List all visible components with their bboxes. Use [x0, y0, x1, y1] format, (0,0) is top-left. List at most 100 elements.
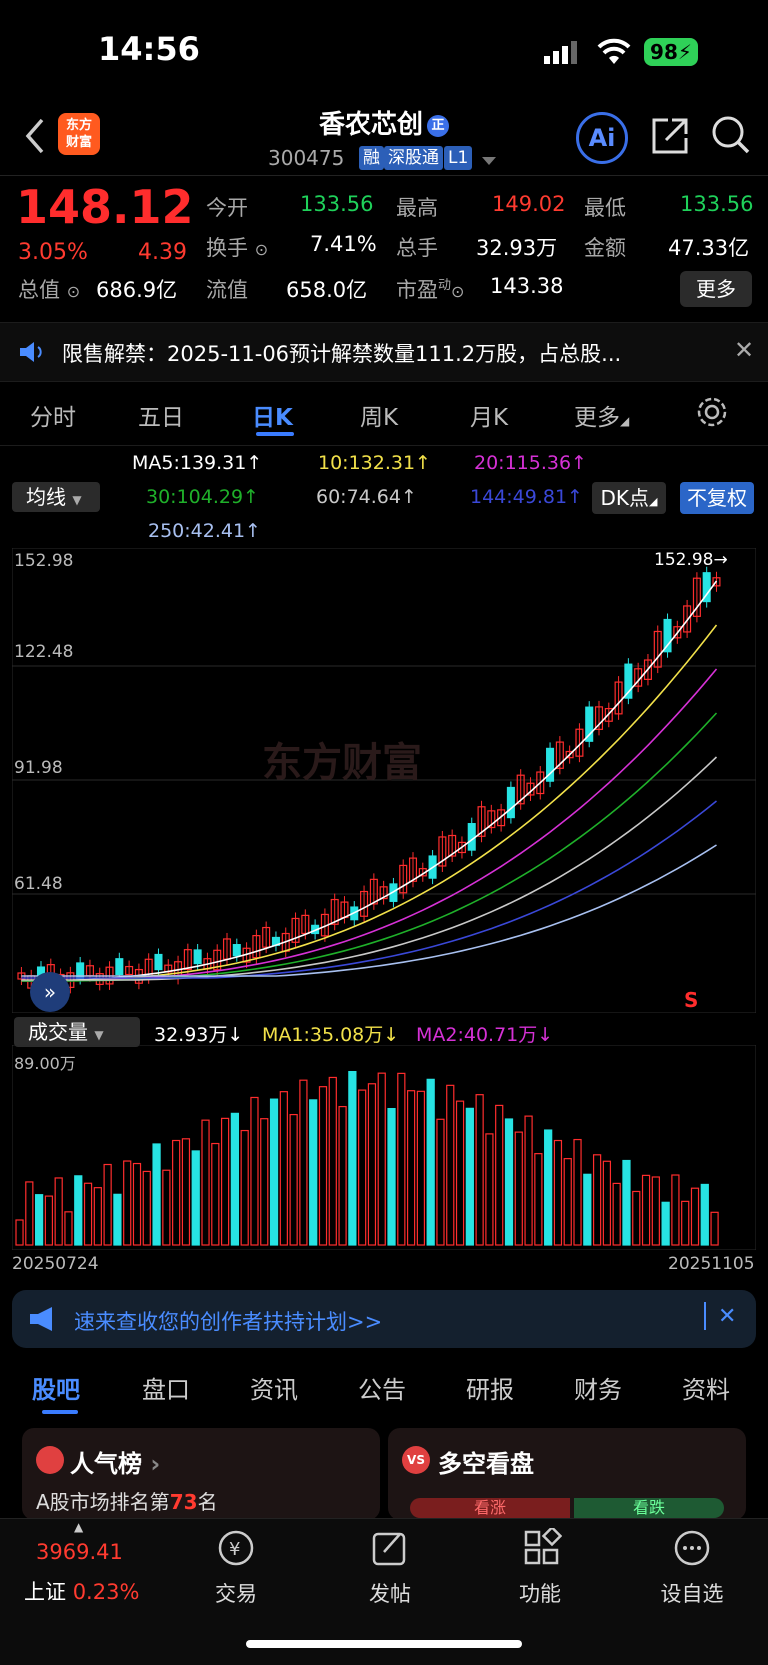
tab-more[interactable]: 更多◢ [574, 398, 629, 432]
volume-bar [367, 1083, 377, 1246]
post-icon[interactable] [370, 1528, 410, 1572]
volume-bar [358, 1089, 367, 1246]
bearish-button[interactable]: 看跌 [574, 1498, 724, 1518]
max-price-marker: 152.98→ [654, 550, 728, 570]
fuquan-button[interactable]: 不复权 [680, 482, 754, 514]
tab-zixun[interactable]: 资讯 [250, 1370, 298, 1405]
volume-bar [465, 1107, 474, 1246]
volume-bar [602, 1160, 612, 1246]
tab-guba[interactable]: 股吧 [32, 1370, 80, 1405]
low-value: 133.56 [680, 192, 754, 216]
bottom-tab-indicator [42, 1410, 78, 1414]
status-time: 14:56 [98, 30, 200, 68]
nav-trade[interactable]: 交易 [196, 1578, 276, 1608]
info-icon[interactable]: ⊙ [255, 240, 268, 259]
tab-gonggao[interactable]: 公告 [358, 1370, 406, 1405]
info-icon[interactable]: ⊙ [67, 282, 80, 301]
candle-body [467, 823, 476, 851]
volume-bar [142, 1170, 151, 1246]
index-info[interactable]: 上证 0.23% [24, 1576, 139, 1606]
tab-yanbao[interactable]: 研报 [466, 1370, 514, 1405]
volume-bar [534, 1153, 543, 1246]
info-icon[interactable]: ⊙ [451, 282, 464, 301]
volume-bar [240, 1129, 249, 1246]
volume-bar [250, 1096, 259, 1246]
banner-close-icon[interactable]: ✕ [718, 1304, 736, 1329]
tab-pankou[interactable]: 盘口 [142, 1370, 190, 1405]
volume-bar [113, 1193, 122, 1246]
longshort-title: 多空看盘 [438, 1450, 534, 1478]
volume-bar [671, 1174, 680, 1246]
rank-icon [36, 1446, 64, 1474]
vol-ma2-label: MA2:40.71万↓ [416, 1024, 554, 1046]
nav-add-watchlist[interactable]: 设自选 [652, 1578, 732, 1608]
volume-bar [426, 1078, 435, 1246]
volume-bar [191, 1150, 200, 1246]
amount-label: 金额 [584, 236, 626, 260]
volume-bar [377, 1072, 386, 1246]
settings-gear-icon[interactable] [696, 396, 728, 434]
index-value[interactable]: 3969.41 [36, 1540, 123, 1564]
volume-bar [44, 1195, 54, 1246]
trade-icon[interactable]: ¥ [216, 1528, 256, 1572]
ma144-line [21, 800, 718, 979]
dk-button[interactable]: DK点◢ [592, 482, 666, 514]
svg-text:¥: ¥ [229, 1539, 240, 1560]
stock-code: 300475 [268, 146, 345, 170]
volume-bar [661, 1201, 670, 1246]
volume-bar [592, 1154, 602, 1246]
volume-bar [446, 1084, 455, 1246]
nav-post[interactable]: 发帖 [350, 1578, 430, 1608]
period-tabs: 分时 五日 日K 周K 月K 更多◢ [0, 390, 768, 446]
close-icon[interactable]: ✕ [734, 336, 754, 364]
volume-bar [387, 1107, 396, 1246]
volume-chart[interactable] [12, 1045, 756, 1250]
volume-bar [544, 1129, 553, 1246]
change-value: 4.39 [138, 240, 187, 265]
current-price: 148.12 [16, 180, 194, 234]
ma-selector[interactable]: 均线 ▼ [12, 482, 100, 512]
tab-ziliao[interactable]: 资料 [682, 1370, 730, 1405]
volume-bar [455, 1100, 465, 1246]
volume-bar [123, 1160, 132, 1246]
volume-bar [612, 1182, 621, 1246]
tag-rong: 融 [359, 146, 384, 170]
y-label-3: 91.98 [14, 758, 63, 778]
signal-icon [544, 40, 580, 68]
more-button[interactable]: 更多 [680, 271, 752, 307]
volume-bar [641, 1174, 651, 1246]
function-icon[interactable] [522, 1525, 563, 1572]
search-icon[interactable] [710, 114, 752, 160]
volume-bar [299, 1079, 308, 1246]
chevron-down-icon[interactable] [482, 152, 496, 171]
ai-button[interactable]: Ai [576, 112, 628, 164]
high-label: 最高 [396, 196, 438, 220]
add-watchlist-icon[interactable] [672, 1528, 712, 1572]
bullish-button[interactable]: 看涨 [410, 1498, 570, 1518]
volume-bars [15, 1070, 719, 1246]
volume-bar [172, 1139, 181, 1246]
share-icon[interactable] [650, 116, 690, 160]
volume-selector[interactable]: 成交量 ▼ [14, 1017, 140, 1047]
nav-function[interactable]: 功能 [500, 1578, 580, 1608]
rank-title: 人气榜 › [70, 1450, 161, 1478]
volume-bar [162, 1169, 171, 1246]
tab-caiwu[interactable]: 财务 [574, 1370, 622, 1405]
tab-fenshi[interactable]: 分时 [30, 398, 76, 432]
tab-yuek[interactable]: 月K [470, 398, 508, 432]
kline-chart[interactable]: 东方财富 [12, 548, 756, 1013]
tab-wuri[interactable]: 五日 [138, 398, 184, 432]
y-label-max: 152.98 [14, 551, 74, 571]
expand-icon[interactable]: » [30, 972, 70, 1012]
speaker-icon [18, 340, 44, 368]
rank-text: A股市场排名第73名 [36, 1490, 218, 1514]
tab-zhouk[interactable]: 周K [360, 398, 398, 432]
ma250-label: 250:42.41↑ [148, 520, 261, 542]
banner-text: 速来查收您的创作者扶持计划>> [74, 1310, 383, 1334]
volume-bar [553, 1139, 563, 1246]
tab-rik[interactable]: 日K [252, 398, 293, 432]
volume-bar [279, 1091, 288, 1246]
volume-bar [25, 1181, 34, 1246]
candle-body [663, 618, 672, 653]
volume-bar [583, 1173, 592, 1246]
